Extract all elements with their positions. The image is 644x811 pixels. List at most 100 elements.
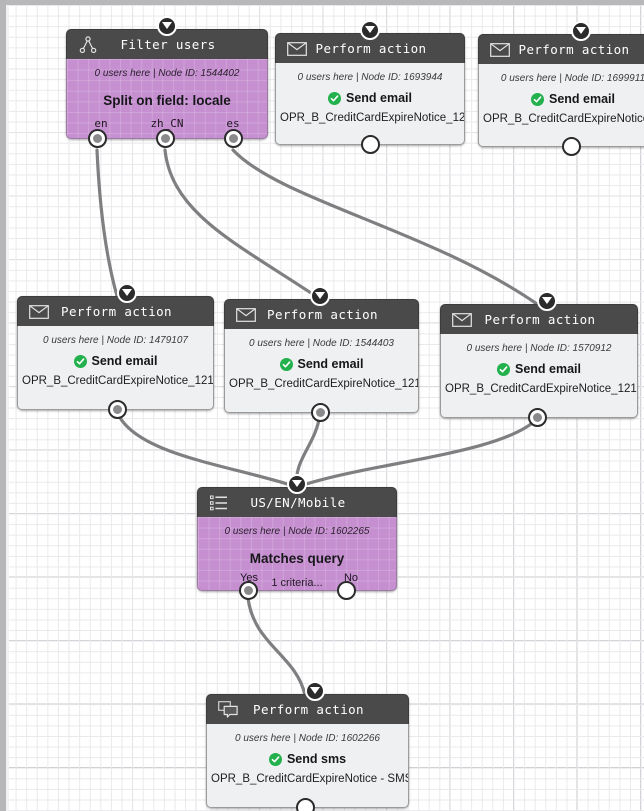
node-email-1544403-template: OPR_B_CreditCardExpireNotice_121417... — [229, 378, 418, 390]
node-sms-1602266[interactable]: Perform action 0 users here | Node ID: 1… — [206, 681, 409, 811]
node-matches-query-output-port-no[interactable] — [336, 581, 356, 600]
node-email-1693944-body: 0 users here | Node ID: 1693944 Send ema… — [275, 63, 465, 145]
wire-zhcn-to-email-mid-2 — [163, 148, 322, 301]
check-circle-icon — [73, 354, 87, 368]
node-filter-users-title: Filter users — [120, 37, 216, 52]
wire-email-mid-3-to-query — [295, 417, 539, 489]
node-email-1544403-input-port[interactable] — [310, 286, 330, 306]
node-email-1693944-template: OPR_B_CreditCardExpireNotice_121417... — [280, 112, 464, 124]
check-circle-icon — [268, 752, 282, 766]
node-matches-query-output-port-yes[interactable] — [238, 581, 258, 600]
node-email-1479107-template: OPR_B_CreditCardExpireNotice_121417... — [22, 375, 213, 387]
node-matches-query-input-port[interactable] — [287, 474, 307, 494]
wire-email-mid-1-to-query — [115, 410, 299, 489]
node-email-1479107[interactable]: Perform action 0 users here | Node ID: 1… — [17, 283, 214, 419]
node-sms-1602266-input-port[interactable] — [305, 681, 325, 701]
node-email-1693944-meta: 0 users here | Node ID: 1693944 — [297, 72, 443, 83]
node-email-1693944-input-port[interactable] — [360, 20, 380, 40]
node-filter-users-action: Split on field: locale — [67, 93, 267, 108]
node-email-1699911-header: Perform action — [478, 34, 644, 64]
node-sms-1602266-meta: 0 users here | Node ID: 1602266 — [235, 733, 380, 744]
check-circle-icon — [328, 91, 341, 105]
canvas-top-border — [0, 0, 644, 5]
node-email-1479107-output-port[interactable] — [107, 400, 127, 419]
node-matches-query-action-label: Matches query — [249, 551, 345, 566]
node-email-1544403-output-port[interactable] — [310, 403, 330, 422]
node-email-1570912-body: 0 users here | Node ID: 1570912 Send ema… — [440, 334, 638, 418]
node-filter-users-input-port[interactable] — [157, 16, 177, 36]
node-sms-1602266-action-label: Send sms — [286, 752, 347, 766]
node-email-1699911-title: Perform action — [518, 42, 630, 57]
node-email-1693944-action-label: Send email — [346, 91, 412, 105]
node-email-1693944-title: Perform action — [315, 41, 427, 56]
port-label-en: en — [94, 117, 108, 130]
node-sms-1602266-body: 0 users here | Node ID: 1602266 Send sms… — [206, 724, 409, 808]
check-circle-icon — [279, 357, 293, 371]
node-email-1570912-header: Perform action — [440, 304, 638, 334]
node-filter-users-output-port-en[interactable] — [88, 129, 107, 148]
node-filter-users-output-port-zh-cn[interactable] — [156, 129, 175, 148]
canvas-left-inner-border — [6, 0, 9, 811]
node-email-1570912-output-port[interactable] — [527, 408, 547, 427]
node-email-1699911-action: Send email — [479, 92, 644, 106]
chat-bubbles-icon — [213, 699, 243, 721]
node-filter-users-action-label: Split on field: locale — [103, 93, 231, 108]
envelope-icon — [447, 309, 477, 331]
node-email-1699911-template: OPR_B_CreditCardExpireNotice_1214 — [483, 113, 644, 125]
node-email-1544403[interactable]: Perform action 0 users here | Node ID: 1… — [224, 286, 419, 422]
node-filter-users[interactable]: Filter users 0 users here | Node ID: 154… — [66, 16, 268, 148]
node-matches-query-1602265[interactable]: US/EN/Mobile 0 users here | Node ID: 160… — [197, 474, 397, 600]
node-email-1479107-title: Perform action — [61, 304, 172, 319]
node-email-1479107-action-label: Send email — [91, 354, 158, 368]
node-filter-users-output-port-es[interactable] — [224, 129, 243, 148]
wire-query-yes-to-sms — [246, 596, 307, 697]
node-matches-query-title: US/EN/Mobile — [250, 495, 346, 510]
node-email-1699911-input-port[interactable] — [571, 21, 591, 41]
node-email-1479107-body: 0 users here | Node ID: 1479107 Send ema… — [17, 326, 214, 410]
split-branch-icon — [73, 34, 103, 56]
node-email-1479107-action: Send email — [18, 354, 213, 368]
wire-es-to-email-mid-3 — [231, 148, 539, 306]
node-email-1570912-input-port[interactable] — [537, 291, 557, 311]
check-circle-icon — [497, 362, 510, 376]
node-email-1570912-template: OPR_B_CreditCardExpireNotice_121417... — [445, 383, 637, 395]
node-email-1570912[interactable]: Perform action 0 users here | Node ID: 1… — [440, 291, 638, 427]
node-email-1693944-output-port[interactable] — [360, 135, 380, 154]
node-email-1699911[interactable]: Perform action 0 users here | Node ID: 1… — [478, 21, 644, 156]
wire-en-to-email-mid-1 — [95, 148, 119, 298]
node-email-1544403-body: 0 users here | Node ID: 1544403 Send ema… — [224, 329, 419, 413]
node-email-1479107-meta: 0 users here | Node ID: 1479107 — [43, 335, 188, 346]
node-email-1699911-output-port[interactable] — [561, 137, 581, 156]
node-matches-query-meta: 0 users here | Node ID: 1602265 — [224, 526, 370, 537]
node-email-1544403-meta: 0 users here | Node ID: 1544403 — [249, 338, 394, 349]
node-sms-1602266-title: Perform action — [253, 702, 364, 717]
node-sms-1602266-template: OPR_B_CreditCardExpireNotice - SMS — [211, 773, 408, 785]
port-label-zh-cn: zh_CN — [150, 117, 184, 130]
node-email-1544403-action: Send email — [225, 357, 418, 371]
node-email-1693944[interactable]: Perform action 0 users here | Node ID: 1… — [275, 20, 465, 154]
envelope-icon — [24, 301, 54, 323]
node-email-1544403-action-label: Send email — [297, 357, 364, 371]
workflow-canvas[interactable]: Filter users 0 users here | Node ID: 154… — [0, 0, 644, 811]
node-email-1544403-title: Perform action — [267, 307, 378, 322]
check-circle-icon — [531, 92, 544, 106]
node-email-1693944-action: Send email — [276, 91, 464, 105]
query-list-icon — [204, 492, 234, 514]
node-email-1699911-action-label: Send email — [549, 92, 615, 106]
node-matches-query-body: 0 users here | Node ID: 1602265 Matches … — [197, 517, 397, 591]
node-sms-1602266-action: Send sms — [207, 752, 408, 766]
node-sms-1602266-output-port[interactable] — [295, 798, 315, 811]
node-email-1479107-input-port[interactable] — [117, 283, 137, 303]
node-email-1570912-action: Send email — [441, 362, 637, 376]
node-email-1570912-meta: 0 users here | Node ID: 1570912 — [466, 343, 612, 354]
node-email-1570912-title: Perform action — [484, 312, 596, 327]
node-matches-query-action: Matches query — [198, 551, 396, 566]
node-filter-users-meta: 0 users here | Node ID: 1544402 — [94, 68, 240, 79]
envelope-icon — [485, 39, 515, 61]
canvas-left-border — [0, 0, 6, 811]
node-email-1699911-body: 0 users here | Node ID: 1699911 Send ema… — [478, 64, 644, 147]
envelope-icon — [231, 304, 261, 326]
node-email-1479107-header: Perform action — [17, 296, 214, 326]
node-email-1570912-action-label: Send email — [515, 362, 581, 376]
envelope-icon — [282, 38, 312, 60]
